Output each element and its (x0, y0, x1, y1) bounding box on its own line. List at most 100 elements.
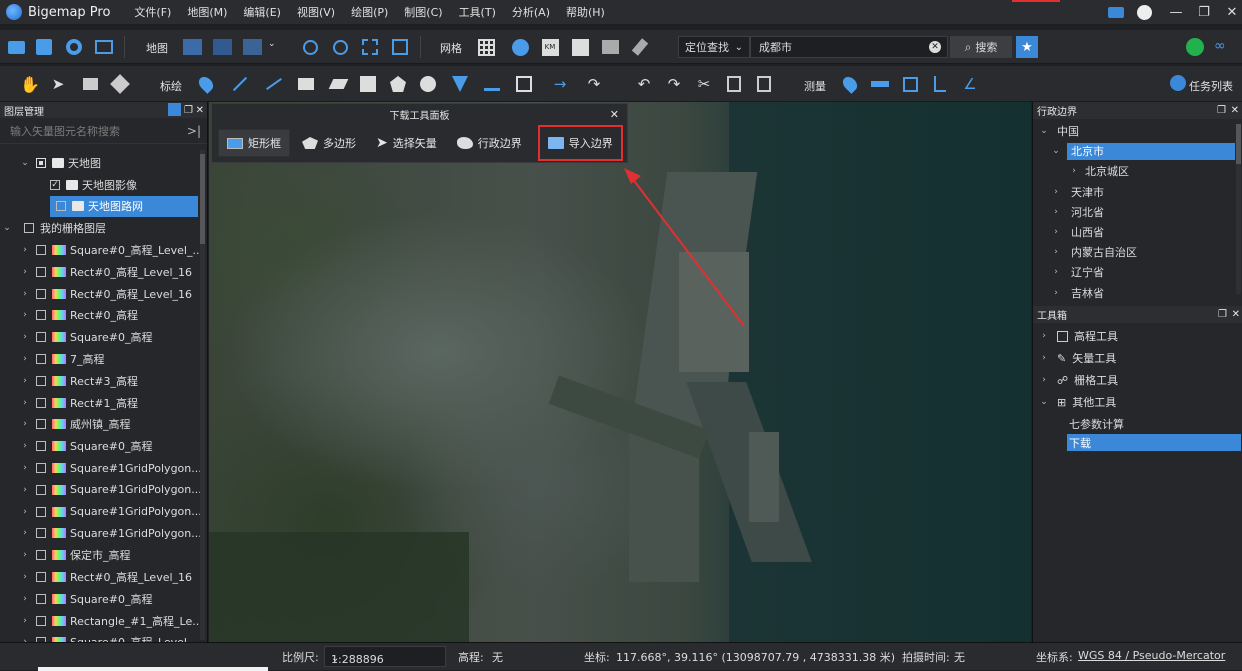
chevron-right-icon[interactable]: › (20, 594, 30, 604)
restore-icon[interactable]: ❐ (1190, 0, 1218, 24)
checkbox[interactable] (36, 441, 46, 452)
chevron-right-icon[interactable]: › (20, 376, 30, 386)
zoom-out-icon[interactable] (330, 37, 350, 57)
chevron-right-icon[interactable]: › (1039, 331, 1049, 341)
admin-row-province[interactable]: › 天津市 (1033, 182, 1242, 202)
link-icon[interactable]: ∞ (1214, 38, 1234, 56)
pointer-icon[interactable]: ➤ (48, 74, 68, 94)
grid-layer-row[interactable]: › Rect#0_高程_Level_16 (0, 283, 207, 305)
checkbox[interactable] (36, 288, 46, 299)
tasks-icon[interactable] (1170, 75, 1186, 91)
search-input[interactable]: 成都市 ✕ (750, 36, 948, 58)
menu-cartography[interactable]: 制图(C) (396, 4, 450, 20)
chevron-down-icon[interactable]: ⌄ (2, 223, 12, 233)
minimize-icon[interactable]: — (1162, 0, 1190, 24)
checkbox[interactable] (36, 157, 46, 168)
checkbox[interactable] (36, 615, 46, 626)
checkbox[interactable] (36, 572, 46, 583)
chevron-right-icon[interactable]: › (20, 616, 30, 626)
search-button[interactable]: ⌕ 搜索 (950, 36, 1012, 58)
grid-layer-row[interactable]: › Square#1GridPolygon... (0, 457, 207, 479)
chevron-right-icon[interactable]: › (1039, 353, 1049, 363)
chevron-right-icon[interactable]: › (20, 485, 30, 495)
layer-search-input[interactable]: 输入矢量图元名称搜索 >| (0, 118, 207, 144)
locate-select[interactable]: 定位查找 ⌄ (678, 36, 750, 58)
chevron-right-icon[interactable]: › (1051, 247, 1061, 257)
undo-icon[interactable]: ↶ (634, 74, 654, 94)
grid-layer-row[interactable]: › Rect#0_高程 (0, 305, 207, 327)
admin-row-province[interactable]: › 山西省 (1033, 222, 1242, 242)
checkbox[interactable] (36, 332, 46, 343)
chevron-right-icon[interactable]: › (20, 310, 30, 320)
chevron-right-icon[interactable]: › (1051, 267, 1061, 277)
collapse-icon[interactable]: >| (187, 124, 201, 138)
tool-download[interactable]: 下载 (1067, 434, 1241, 451)
checkbox[interactable] (36, 528, 46, 539)
chevron-right-icon[interactable]: › (1039, 375, 1049, 385)
chevron-right-icon[interactable]: › (20, 267, 30, 277)
grid-layer-row[interactable]: › Rect#3_高程 (0, 370, 207, 392)
folder-grid-icon[interactable] (600, 37, 620, 57)
favorite-star-icon[interactable]: ★ (1016, 36, 1038, 58)
chevron-right-icon[interactable]: › (1051, 187, 1061, 197)
globe-grid-icon[interactable] (510, 37, 530, 57)
admin-row-province[interactable]: › 河北省 (1033, 202, 1242, 222)
menu-file[interactable]: 文件(F) (126, 4, 179, 20)
menu-edit[interactable]: 编辑(E) (235, 4, 289, 20)
chevron-right-icon[interactable]: › (20, 463, 30, 473)
close-icon[interactable]: ✕ (1218, 0, 1242, 24)
checkbox[interactable] (36, 354, 46, 365)
curved-arrow-icon[interactable]: ↷ (584, 74, 604, 94)
mapsheet-grid-icon[interactable] (570, 37, 590, 57)
polygon-select-button[interactable]: 多边形 (294, 129, 364, 157)
paste-icon[interactable] (754, 74, 774, 94)
grid-layer-row[interactable]: › Square#0_高程_Level_... (0, 239, 207, 261)
chevron-right-icon[interactable]: › (20, 419, 30, 429)
map-source-3-icon[interactable] (242, 37, 262, 57)
save-icon[interactable] (34, 37, 54, 57)
measure-point-icon[interactable] (840, 74, 860, 94)
checkbox[interactable] (36, 375, 46, 386)
panel-close-icon[interactable]: ✕ (1232, 309, 1240, 320)
menu-analysis[interactable]: 分析(A) (504, 4, 558, 20)
toolbox-elevation[interactable]: › 高程工具 (1033, 325, 1242, 347)
grid-layer-row[interactable]: › Rect#0_高程_Level_16 (0, 566, 207, 588)
measure-area-icon[interactable] (900, 74, 920, 94)
menu-map[interactable]: 地图(M) (179, 4, 235, 20)
menu-tools[interactable]: 工具(T) (451, 4, 504, 20)
rectangle-icon[interactable] (296, 74, 316, 94)
chevron-right-icon[interactable]: › (20, 550, 30, 560)
panel-close-icon[interactable]: ✕ (1231, 105, 1239, 116)
tool-seven-param[interactable]: 七参数计算 (1033, 413, 1242, 434)
chevron-down-icon[interactable]: ⌄ (1039, 126, 1049, 136)
checkbox-checked[interactable]: ✓ (50, 179, 60, 190)
avatar[interactable] (1130, 0, 1158, 24)
measure-height-icon[interactable] (930, 74, 950, 94)
arrow-icon[interactable]: → (550, 74, 570, 94)
menu-help[interactable]: 帮助(H) (558, 4, 613, 20)
map-source-1-icon[interactable] (182, 37, 202, 57)
chevron-right-icon[interactable]: › (20, 507, 30, 517)
grid-layer-row[interactable]: › 威州镇_高程 (0, 414, 207, 436)
checkbox[interactable] (24, 223, 34, 234)
grid-layer-row[interactable]: › 7_高程 (0, 348, 207, 370)
menu-view[interactable]: 视图(V) (289, 4, 343, 20)
pentagon-icon[interactable] (388, 74, 408, 94)
map-source-dropdown-icon[interactable]: ⌄ (268, 39, 276, 49)
scale-select[interactable]: 1:288896 ⌄ (324, 646, 446, 667)
menu-draw[interactable]: 绘图(P) (343, 4, 396, 20)
tree-row-tianditu-road[interactable]: 天地图路网 (50, 195, 198, 218)
chevron-right-icon[interactable]: › (20, 289, 30, 299)
full-extent-icon[interactable] (390, 37, 410, 57)
select-rect-icon[interactable] (80, 74, 100, 94)
checkbox[interactable] (36, 463, 46, 474)
km-grid-icon[interactable]: KM (540, 37, 560, 57)
map-view[interactable] (209, 102, 1031, 642)
measure-distance-icon[interactable] (870, 74, 890, 94)
chevron-right-icon[interactable]: › (20, 245, 30, 255)
tree-row-tianditu[interactable]: ⌄ 天地图 (0, 152, 207, 174)
checkbox[interactable] (56, 201, 66, 212)
chevron-right-icon[interactable]: › (1051, 288, 1061, 298)
chevron-right-icon[interactable]: › (20, 572, 30, 582)
chevron-down-icon[interactable]: ⌄ (1051, 146, 1061, 156)
